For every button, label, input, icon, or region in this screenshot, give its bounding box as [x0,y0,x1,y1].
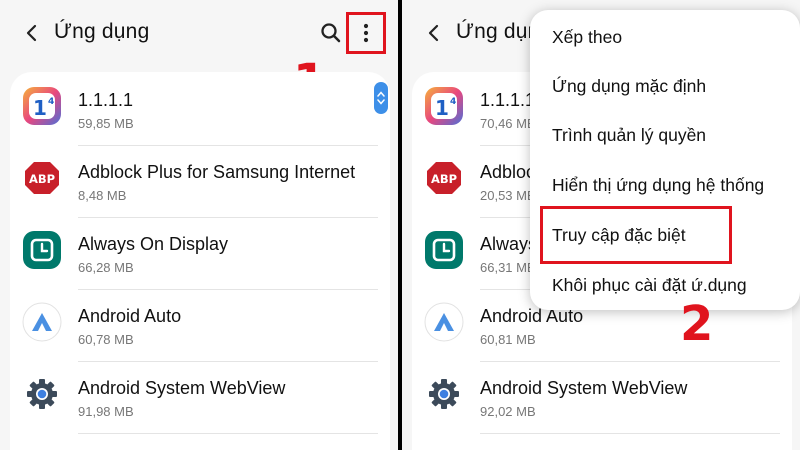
clock-icon [425,231,463,269]
svg-text:1: 1 [435,96,449,120]
svg-text:ABP: ABP [431,172,457,186]
more-options-button[interactable] [346,12,386,54]
more-vertical-icon [363,23,369,43]
list-item-adblock[interactable]: ABP Adblock Plus for Samsung Internet 8,… [10,146,390,218]
app-list-screen-right: Ứng dụng 1 4 1.1.1.1 70,46 MB ABP Adbloc… [402,0,800,450]
app-name: Adblock Plus for Samsung Internet [78,162,356,182]
svg-text:4: 4 [48,97,54,107]
chevron-up-icon [377,91,385,97]
app-bar: Ứng dụng [0,0,398,70]
app-name: Android System WebView [480,378,688,398]
svg-text:ABP: ABP [29,172,55,186]
app-list-screen-left: Ứng dụng 1 1 4 1.1.1.1 59,85 MB ABP Ad [0,0,398,450]
app-size: 8,48 MB [78,188,127,203]
gear-icon [27,379,57,409]
menu-item-reset-app-preferences[interactable]: Khôi phục cài đặt ứ.dụng [552,275,747,296]
fast-scroll-thumb[interactable] [374,82,388,114]
abp-stop-sign-icon: ABP [427,162,461,194]
app-size: 70,46 MB [480,116,536,131]
android-auto-icon [22,302,62,342]
list-item-always-on-display[interactable]: Always On Display 66,28 MB [10,218,390,290]
app-size: 66,31 MB [480,260,536,275]
chevron-down-icon [377,99,385,105]
back-button[interactable] [18,18,46,48]
back-button[interactable] [420,18,448,48]
list-item-1111[interactable]: 1 4 1.1.1.1 59,85 MB [10,74,390,146]
list-item-webview[interactable]: Android System WebView 91,98 MB [10,362,390,434]
menu-item-sort-by[interactable]: Xếp theo [552,27,622,48]
arrow-left-icon [428,24,439,42]
app-name: Always On Display [78,234,229,254]
cloudflare-1111-icon: 1 4 [23,87,61,125]
menu-item-permission-manager[interactable]: Trình quản lý quyền [552,125,706,146]
app-size: 91,98 MB [78,404,134,419]
step-2-annotation: 2 [680,296,714,352]
page-title: Ứng dụng [54,20,150,43]
abp-stop-sign-icon: ABP [25,162,59,194]
divider [78,433,378,434]
list-item-android-auto[interactable]: Android Auto 60,78 MB [10,290,390,362]
gear-icon [429,379,459,409]
cloudflare-1111-icon: 1 4 [425,87,463,125]
app-size: 60,81 MB [480,332,536,347]
app-name: 1.1.1.1 [78,90,134,110]
app-size: 66,28 MB [78,260,134,275]
menu-item-default-apps[interactable]: Ứng dụng mặc định [552,76,706,97]
app-size: 20,53 MB [480,188,536,203]
app-name: Android Auto [78,306,182,326]
arrow-left-icon [26,24,37,42]
svg-text:4: 4 [450,97,456,107]
search-icon [321,23,341,43]
clock-icon [23,231,61,269]
app-list: 1 4 1.1.1.1 59,85 MB ABP Adblock Plus fo… [10,72,390,450]
special-access-highlight [540,206,732,264]
list-item-webview[interactable]: Android System WebView 92,02 MB [412,362,792,434]
app-size: 59,85 MB [78,116,134,131]
app-name: 1.1.1.1 [480,90,536,110]
overflow-menu: Xếp theo Ứng dụng mặc định Trình quản lý… [530,10,800,310]
svg-text:1: 1 [33,96,47,120]
android-auto-icon [424,302,464,342]
app-size: 92,02 MB [480,404,536,419]
divider [480,433,780,434]
app-size: 60,78 MB [78,332,134,347]
menu-item-show-system-apps[interactable]: Hiển thị ứng dụng hệ thống [552,175,764,196]
app-name: Android System WebView [78,378,286,398]
search-button[interactable] [318,20,344,46]
